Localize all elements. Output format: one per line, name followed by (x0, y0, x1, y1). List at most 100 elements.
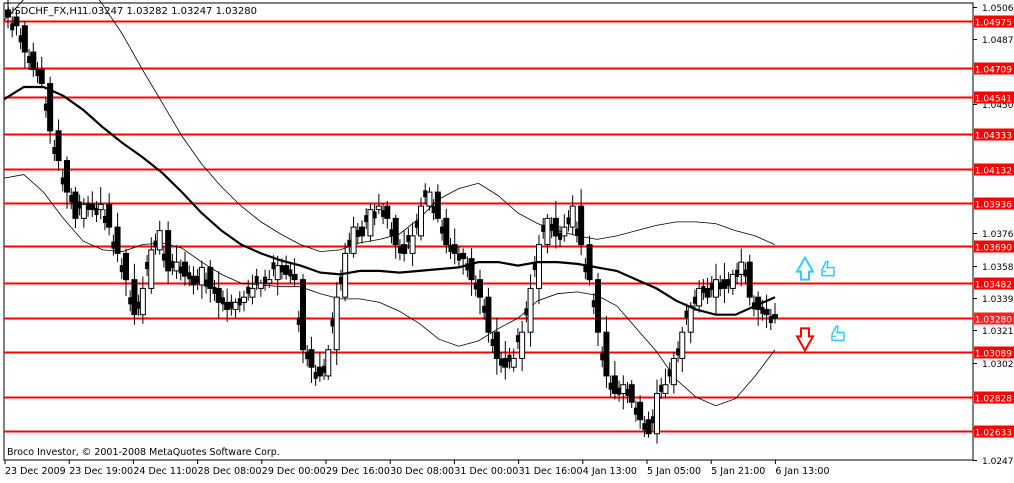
x-tick-label: 29 Dec 00:00 (262, 466, 326, 477)
candle-body (493, 331, 500, 359)
y-tick-label: 1.04875 (982, 36, 1014, 46)
candle-body (586, 244, 593, 281)
x-tick-label: 29 Dec 16:00 (326, 466, 390, 477)
candle-body (97, 203, 104, 211)
candle-body (763, 308, 770, 316)
candle-body (662, 384, 669, 394)
x-tick-label: 24 Dec 11:00 (133, 466, 197, 477)
x-tick-label: 31 Dec 00:00 (454, 466, 518, 477)
candle-body (316, 366, 323, 377)
candle-body (89, 203, 96, 211)
candle-body (114, 226, 121, 254)
candle-body (350, 226, 357, 254)
candle-body (139, 287, 146, 316)
candle-body (173, 261, 180, 272)
candle-body (300, 279, 306, 351)
y-tick-label: 1.03395 (982, 295, 1014, 305)
candle-body (746, 261, 753, 298)
candle-body (182, 261, 188, 277)
candle-body (359, 226, 365, 237)
candle-body (257, 282, 264, 289)
price-chart[interactable]: 1.050601.048751.045051.037651.035801.033… (0, 0, 1014, 479)
candle-body (21, 25, 28, 53)
candle-body (254, 275, 259, 283)
y-tick-label: 1.03765 (982, 230, 1014, 240)
candle-body (106, 203, 113, 228)
candle-body (165, 230, 172, 272)
candle-body (325, 349, 332, 377)
candle-body (502, 357, 509, 368)
candle-body (375, 205, 382, 211)
x-tick-label: 6 Jan 13:00 (775, 466, 829, 477)
candle-body (80, 203, 87, 219)
x-tick-label: 4 Jan 13:00 (583, 466, 637, 477)
candle-body (485, 296, 492, 333)
candle-body (215, 287, 222, 303)
chart-background (0, 0, 1014, 479)
candle-body (578, 205, 585, 246)
candle-body (468, 258, 475, 281)
x-tick-label: 23 Dec 2009 (5, 466, 66, 477)
candle-body (123, 252, 129, 281)
candle-body (738, 261, 745, 275)
candle-body (772, 314, 778, 319)
candle-body (64, 160, 70, 193)
candle-body (190, 275, 197, 286)
candle-body (30, 51, 37, 71)
level-label: 1.04541 (975, 95, 1012, 105)
candle-body (392, 217, 399, 246)
candle-body (637, 401, 644, 421)
candle-body (131, 279, 138, 316)
candle-body (55, 130, 62, 162)
candle-body (603, 331, 610, 377)
candle-body (552, 217, 559, 237)
level-label: 1.04975 (975, 19, 1012, 29)
candle-body (13, 16, 20, 27)
level-label: 1.02633 (975, 429, 1012, 439)
y-tick-label: 1.03210 (982, 327, 1014, 337)
candle-body (645, 419, 652, 435)
candle-body (544, 217, 551, 246)
copyright-text: Broco Investor, © 2001-2008 MetaQuotes S… (7, 447, 280, 458)
candle-body (372, 211, 377, 219)
candle-body (156, 230, 163, 251)
level-label: 1.04333 (975, 132, 1012, 142)
candle-body (670, 357, 677, 386)
y-tick-label: 1.03025 (982, 360, 1014, 370)
level-label: 1.04132 (975, 167, 1012, 177)
candle-body (510, 357, 517, 368)
candle-body (536, 244, 542, 289)
candle-body (696, 287, 703, 307)
candle-body (291, 273, 298, 281)
candle-body (434, 191, 441, 219)
level-label: 1.03280 (975, 316, 1012, 326)
candle-body (308, 349, 315, 368)
candle-body (713, 279, 719, 298)
candle-body (443, 217, 450, 246)
candle-body (342, 252, 349, 298)
level-label: 1.02828 (975, 395, 1012, 405)
candle-body (679, 331, 686, 359)
candle-body (148, 249, 155, 289)
candle-body (401, 244, 408, 254)
candle-body (729, 273, 736, 289)
candle-body (654, 392, 660, 435)
candle-body (274, 265, 281, 281)
x-tick-label: 23 Dec 19:00 (69, 466, 133, 477)
candle-body (266, 279, 273, 284)
candle-body (704, 287, 711, 298)
y-tick-label: 1.05060 (982, 4, 1014, 14)
y-tick-label: 1.02470 (982, 457, 1014, 467)
candle-body (418, 205, 424, 237)
candle-body (460, 252, 467, 260)
candle-body (283, 265, 290, 275)
ohlc-values: 1.03247 1.03282 1.03247 1.03280 (82, 6, 257, 17)
level-label: 1.03089 (975, 350, 1012, 360)
candle-body (384, 205, 391, 219)
x-tick-label: 5 Jan 05:00 (647, 466, 701, 477)
x-tick-label: 5 Jan 21:00 (711, 466, 765, 477)
candle-body (451, 244, 458, 254)
candle-body (198, 266, 205, 286)
candle-body (721, 279, 728, 289)
candle-body (333, 296, 340, 351)
